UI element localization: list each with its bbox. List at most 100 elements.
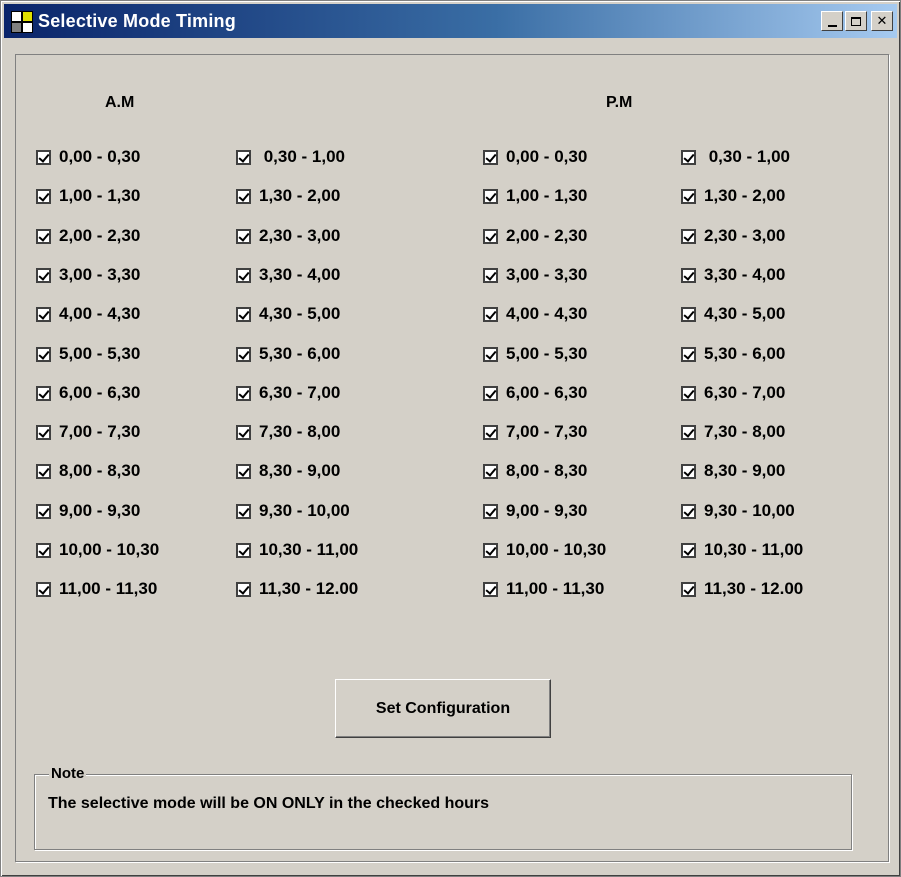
checkbox-pm-second-half-4[interactable]: 4,30 - 5,00 bbox=[681, 304, 785, 324]
checkbox-pm-first-half-3[interactable]: 3,00 - 3,30 bbox=[483, 265, 587, 285]
checkbox-am-first-half-9[interactable]: 9,00 - 9,30 bbox=[36, 501, 140, 521]
checkbox-checked-icon[interactable] bbox=[681, 581, 696, 597]
checkbox-checked-icon[interactable] bbox=[236, 542, 251, 558]
checkbox-checked-icon[interactable] bbox=[681, 463, 696, 479]
checkbox-am-first-half-8[interactable]: 8,00 - 8,30 bbox=[36, 461, 140, 481]
checkbox-checked-icon[interactable] bbox=[681, 424, 696, 440]
checkbox-checked-icon[interactable] bbox=[483, 542, 498, 558]
checkbox-checked-icon[interactable] bbox=[36, 149, 51, 165]
checkbox-checked-icon[interactable] bbox=[483, 149, 498, 165]
checkbox-checked-icon[interactable] bbox=[681, 267, 696, 283]
checkbox-checked-icon[interactable] bbox=[236, 463, 251, 479]
checkbox-pm-second-half-10[interactable]: 10,30 - 11,00 bbox=[681, 540, 803, 560]
close-button[interactable]: ✕ bbox=[871, 11, 893, 31]
checkbox-am-second-half-5[interactable]: 5,30 - 6,00 bbox=[236, 344, 340, 364]
checkbox-checked-icon[interactable] bbox=[36, 346, 51, 362]
checkbox-pm-second-half-1[interactable]: 1,30 - 2,00 bbox=[681, 186, 785, 206]
checkbox-pm-second-half-2[interactable]: 2,30 - 3,00 bbox=[681, 226, 785, 246]
checkbox-checked-icon[interactable] bbox=[483, 581, 498, 597]
checkbox-checked-icon[interactable] bbox=[36, 188, 51, 204]
checkbox-checked-icon[interactable] bbox=[483, 306, 498, 322]
checkbox-pm-first-half-2[interactable]: 2,00 - 2,30 bbox=[483, 226, 587, 246]
checkbox-checked-icon[interactable] bbox=[681, 346, 696, 362]
checkbox-am-second-half-1[interactable]: 1,30 - 2,00 bbox=[236, 186, 340, 206]
checkbox-am-second-half-2[interactable]: 2,30 - 3,00 bbox=[236, 226, 340, 246]
checkbox-pm-first-half-8[interactable]: 8,00 - 8,30 bbox=[483, 461, 587, 481]
checkbox-am-second-half-9[interactable]: 9,30 - 10,00 bbox=[236, 501, 350, 521]
checkbox-checked-icon[interactable] bbox=[36, 385, 51, 401]
checkbox-am-first-half-6[interactable]: 6,00 - 6,30 bbox=[36, 383, 140, 403]
checkbox-am-second-half-7[interactable]: 7,30 - 8,00 bbox=[236, 422, 340, 442]
title-bar[interactable]: Selective Mode Timing ✕ bbox=[4, 4, 897, 38]
checkbox-checked-icon[interactable] bbox=[483, 188, 498, 204]
checkbox-pm-first-half-4[interactable]: 4,00 - 4,30 bbox=[483, 304, 587, 324]
checkbox-pm-first-half-0[interactable]: 0,00 - 0,30 bbox=[483, 147, 587, 167]
checkbox-am-first-half-11[interactable]: 11,00 - 11,30 bbox=[36, 579, 157, 599]
checkbox-am-first-half-4[interactable]: 4,00 - 4,30 bbox=[36, 304, 140, 324]
checkbox-pm-first-half-7[interactable]: 7,00 - 7,30 bbox=[483, 422, 587, 442]
checkbox-checked-icon[interactable] bbox=[36, 463, 51, 479]
checkbox-pm-first-half-5[interactable]: 5,00 - 5,30 bbox=[483, 344, 587, 364]
checkbox-am-first-half-10[interactable]: 10,00 - 10,30 bbox=[36, 540, 159, 560]
checkbox-pm-first-half-6[interactable]: 6,00 - 6,30 bbox=[483, 383, 587, 403]
checkbox-checked-icon[interactable] bbox=[681, 542, 696, 558]
checkbox-checked-icon[interactable] bbox=[483, 267, 498, 283]
checkbox-checked-icon[interactable] bbox=[483, 346, 498, 362]
checkbox-pm-second-half-9[interactable]: 9,30 - 10,00 bbox=[681, 501, 795, 521]
checkbox-checked-icon[interactable] bbox=[483, 424, 498, 440]
checkbox-am-first-half-7[interactable]: 7,00 - 7,30 bbox=[36, 422, 140, 442]
checkbox-checked-icon[interactable] bbox=[236, 267, 251, 283]
checkbox-checked-icon[interactable] bbox=[681, 149, 696, 165]
checkbox-checked-icon[interactable] bbox=[36, 306, 51, 322]
checkbox-am-second-half-10[interactable]: 10,30 - 11,00 bbox=[236, 540, 358, 560]
checkbox-am-first-half-0[interactable]: 0,00 - 0,30 bbox=[36, 147, 140, 167]
checkbox-am-second-half-6[interactable]: 6,30 - 7,00 bbox=[236, 383, 340, 403]
checkbox-checked-icon[interactable] bbox=[236, 385, 251, 401]
checkbox-pm-first-half-10[interactable]: 10,00 - 10,30 bbox=[483, 540, 606, 560]
checkbox-checked-icon[interactable] bbox=[483, 503, 498, 519]
checkbox-checked-icon[interactable] bbox=[36, 267, 51, 283]
checkbox-pm-second-half-11[interactable]: 11,30 - 12.00 bbox=[681, 579, 803, 599]
set-configuration-button[interactable]: Set Configuration bbox=[335, 679, 551, 738]
checkbox-pm-first-half-11[interactable]: 11,00 - 11,30 bbox=[483, 579, 604, 599]
checkbox-pm-first-half-1[interactable]: 1,00 - 1,30 bbox=[483, 186, 587, 206]
checkbox-checked-icon[interactable] bbox=[681, 188, 696, 204]
checkbox-checked-icon[interactable] bbox=[483, 385, 498, 401]
checkbox-am-second-half-4[interactable]: 4,30 - 5,00 bbox=[236, 304, 340, 324]
checkbox-pm-second-half-7[interactable]: 7,30 - 8,00 bbox=[681, 422, 785, 442]
checkbox-checked-icon[interactable] bbox=[236, 346, 251, 362]
checkbox-checked-icon[interactable] bbox=[36, 581, 51, 597]
checkbox-checked-icon[interactable] bbox=[236, 228, 251, 244]
checkbox-checked-icon[interactable] bbox=[681, 503, 696, 519]
checkbox-checked-icon[interactable] bbox=[36, 542, 51, 558]
app-icon[interactable] bbox=[10, 9, 34, 33]
checkbox-checked-icon[interactable] bbox=[483, 228, 498, 244]
checkbox-am-first-half-2[interactable]: 2,00 - 2,30 bbox=[36, 226, 140, 246]
checkbox-checked-icon[interactable] bbox=[236, 503, 251, 519]
checkbox-checked-icon[interactable] bbox=[236, 306, 251, 322]
checkbox-checked-icon[interactable] bbox=[236, 149, 251, 165]
checkbox-am-second-half-11[interactable]: 11,30 - 12.00 bbox=[236, 579, 358, 599]
minimize-button[interactable] bbox=[821, 11, 843, 31]
checkbox-am-second-half-0[interactable]: 0,30 - 1,00 bbox=[236, 147, 345, 167]
checkbox-checked-icon[interactable] bbox=[236, 188, 251, 204]
checkbox-checked-icon[interactable] bbox=[681, 228, 696, 244]
checkbox-checked-icon[interactable] bbox=[681, 385, 696, 401]
maximize-button[interactable] bbox=[845, 11, 867, 31]
checkbox-am-second-half-8[interactable]: 8,30 - 9,00 bbox=[236, 461, 340, 481]
checkbox-checked-icon[interactable] bbox=[483, 463, 498, 479]
checkbox-checked-icon[interactable] bbox=[236, 581, 251, 597]
checkbox-checked-icon[interactable] bbox=[681, 306, 696, 322]
checkbox-pm-second-half-3[interactable]: 3,30 - 4,00 bbox=[681, 265, 785, 285]
checkbox-checked-icon[interactable] bbox=[36, 503, 51, 519]
checkbox-am-second-half-3[interactable]: 3,30 - 4,00 bbox=[236, 265, 340, 285]
checkbox-am-first-half-1[interactable]: 1,00 - 1,30 bbox=[36, 186, 140, 206]
checkbox-pm-second-half-0[interactable]: 0,30 - 1,00 bbox=[681, 147, 790, 167]
checkbox-pm-second-half-6[interactable]: 6,30 - 7,00 bbox=[681, 383, 785, 403]
checkbox-checked-icon[interactable] bbox=[36, 424, 51, 440]
checkbox-am-first-half-5[interactable]: 5,00 - 5,30 bbox=[36, 344, 140, 364]
checkbox-pm-first-half-9[interactable]: 9,00 - 9,30 bbox=[483, 501, 587, 521]
checkbox-checked-icon[interactable] bbox=[36, 228, 51, 244]
checkbox-am-first-half-3[interactable]: 3,00 - 3,30 bbox=[36, 265, 140, 285]
checkbox-checked-icon[interactable] bbox=[236, 424, 251, 440]
